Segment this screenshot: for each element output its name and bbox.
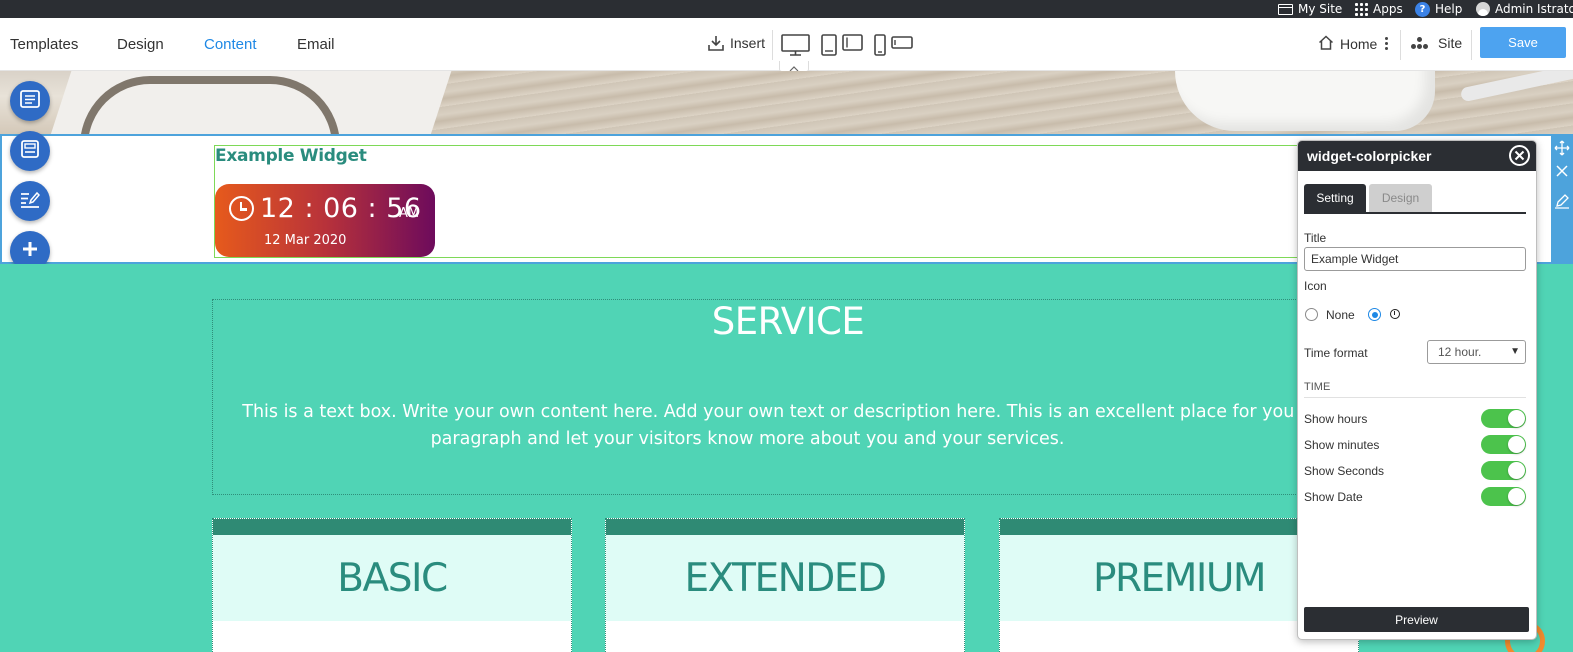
home-label: Home — [1340, 36, 1378, 52]
avatar-icon — [1476, 2, 1490, 16]
section-tools — [1551, 136, 1573, 263]
panel-header: widget-colorpicker — [1298, 141, 1536, 171]
plan-band — [213, 519, 571, 535]
show-minutes-toggle[interactable] — [1481, 435, 1526, 454]
site-window-icon — [1278, 3, 1293, 15]
icon-none-radio[interactable] — [1305, 308, 1318, 321]
icon-clock-radio[interactable] — [1368, 308, 1381, 321]
service-text-line1: This is a text box. Write your own conte… — [242, 402, 1334, 422]
close-icon — [1514, 150, 1525, 161]
clock-icon — [229, 196, 254, 221]
panel-title: widget-colorpicker — [1307, 148, 1432, 164]
toggle-label: Show Seconds — [1304, 464, 1385, 478]
show-hours-toggle[interactable] — [1481, 409, 1526, 428]
show-seconds-toggle[interactable] — [1481, 461, 1526, 480]
help-link[interactable]: ? Help — [1415, 0, 1462, 18]
service-text-box[interactable]: SERVICE This is a text box. Write your o… — [212, 299, 1362, 495]
download-icon — [708, 35, 724, 51]
menu-content[interactable]: Content — [204, 36, 257, 53]
user-menu[interactable]: Admin Istrator — [1476, 0, 1573, 18]
layout-list-icon — [20, 90, 40, 112]
site-menu[interactable]: Site — [1410, 35, 1462, 51]
plan-title: BASIC — [213, 535, 571, 621]
layouts-button[interactable] — [10, 131, 50, 171]
plan-band — [606, 519, 964, 535]
toggle-row-seconds: Show Seconds — [1304, 461, 1526, 481]
layout-rows-icon — [21, 140, 39, 162]
sections-button[interactable] — [10, 81, 50, 121]
help-icon: ? — [1415, 1, 1430, 17]
admin-bar: My Site Apps ? Help Admin Istrator — [0, 0, 1573, 18]
my-site-link[interactable]: My Site — [1278, 0, 1342, 18]
tab-design[interactable]: Design — [1369, 184, 1432, 212]
toolbar-divider — [772, 30, 773, 60]
clock-display: 12 : 06 : 56 AM 12 Mar 2020 — [215, 184, 435, 257]
service-description: This is a text box. Write your own conte… — [213, 399, 1363, 459]
service-title: SERVICE — [711, 300, 865, 343]
tablet-portrait-icon[interactable] — [821, 34, 837, 60]
mobile-portrait-icon[interactable] — [874, 34, 886, 60]
time-section-heading: TIME — [1304, 381, 1526, 398]
toolbar-divider — [1471, 30, 1472, 60]
clock-widget[interactable]: Example Widget 12 : 06 : 56 AM 12 Mar 20… — [214, 145, 1304, 258]
pencil-icon[interactable] — [1554, 193, 1570, 209]
toggle-label: Show Date — [1304, 490, 1363, 504]
widget-settings-panel: widget-colorpicker Setting Design Title … — [1297, 140, 1537, 640]
edit-lines-icon — [20, 190, 41, 212]
plan-title: EXTENDED — [606, 535, 964, 621]
close-panel-button[interactable] — [1509, 145, 1530, 166]
insert-label: Insert — [730, 35, 766, 51]
panel-tabs: Setting Design — [1304, 184, 1526, 214]
preview-button[interactable]: Preview — [1304, 607, 1529, 632]
close-icon[interactable] — [1554, 163, 1570, 179]
hero-image — [0, 71, 1573, 134]
menu-email[interactable]: Email — [297, 36, 335, 53]
edit-content-button[interactable] — [10, 181, 50, 221]
icon-label: Icon — [1304, 279, 1327, 293]
toggle-row-minutes: Show minutes — [1304, 435, 1526, 455]
site-label: Site — [1438, 35, 1463, 51]
sitemap-icon — [1410, 36, 1430, 50]
apps-link[interactable]: Apps — [1355, 0, 1403, 18]
menu-templates[interactable]: Templates — [10, 36, 78, 53]
toggle-row-hours: Show hours — [1304, 409, 1526, 429]
apps-label: Apps — [1373, 2, 1403, 16]
toolbar-divider — [1400, 30, 1401, 60]
toggle-row-date: Show Date — [1304, 487, 1526, 507]
dropdown-arrow-icon: ▼ — [1510, 346, 1520, 357]
my-site-label: My Site — [1298, 2, 1343, 16]
user-name: Admin Istrator — [1495, 2, 1573, 16]
insert-button[interactable]: Insert — [708, 35, 765, 51]
title-input[interactable] — [1304, 247, 1526, 271]
title-label: Title — [1304, 231, 1327, 245]
time-format-label: Time format — [1304, 346, 1368, 360]
move-icon[interactable] — [1554, 140, 1570, 156]
menu-design[interactable]: Design — [117, 36, 164, 53]
show-date-toggle[interactable] — [1481, 487, 1526, 506]
apps-grid-icon — [1355, 2, 1368, 16]
toggle-label: Show hours — [1304, 412, 1368, 426]
more-options-icon[interactable] — [1385, 37, 1389, 53]
clock-date: 12 Mar 2020 — [264, 233, 347, 248]
tab-setting[interactable]: Setting — [1304, 184, 1366, 212]
time-format-select[interactable]: 12 hour. ▼ — [1427, 340, 1526, 364]
plus-icon — [22, 241, 38, 261]
plan-card-basic[interactable]: BASIC — [212, 518, 572, 652]
home-icon — [1318, 35, 1334, 53]
plan-card-extended[interactable]: EXTENDED — [605, 518, 965, 652]
help-label: Help — [1435, 2, 1463, 16]
icon-none-label: None — [1326, 308, 1355, 322]
mobile-landscape-icon[interactable] — [891, 34, 913, 53]
time-format-value: 12 hour. — [1438, 345, 1482, 359]
widget-title: Example Widget — [215, 146, 367, 166]
editor-toolbar: Templates Design Content Email Insert Ho… — [0, 18, 1573, 72]
save-button[interactable]: Save — [1480, 27, 1566, 58]
toggle-label: Show minutes — [1304, 438, 1380, 452]
clock-icon — [1390, 309, 1400, 319]
service-text-line2: paragraph and let your visitors know mor… — [430, 429, 1065, 449]
tablet-landscape-icon[interactable] — [842, 34, 863, 55]
home-page-selector[interactable]: Home — [1318, 35, 1377, 53]
clock-ampm: AM — [399, 206, 420, 221]
clock-time: 12 : 06 : 56 — [260, 193, 422, 224]
